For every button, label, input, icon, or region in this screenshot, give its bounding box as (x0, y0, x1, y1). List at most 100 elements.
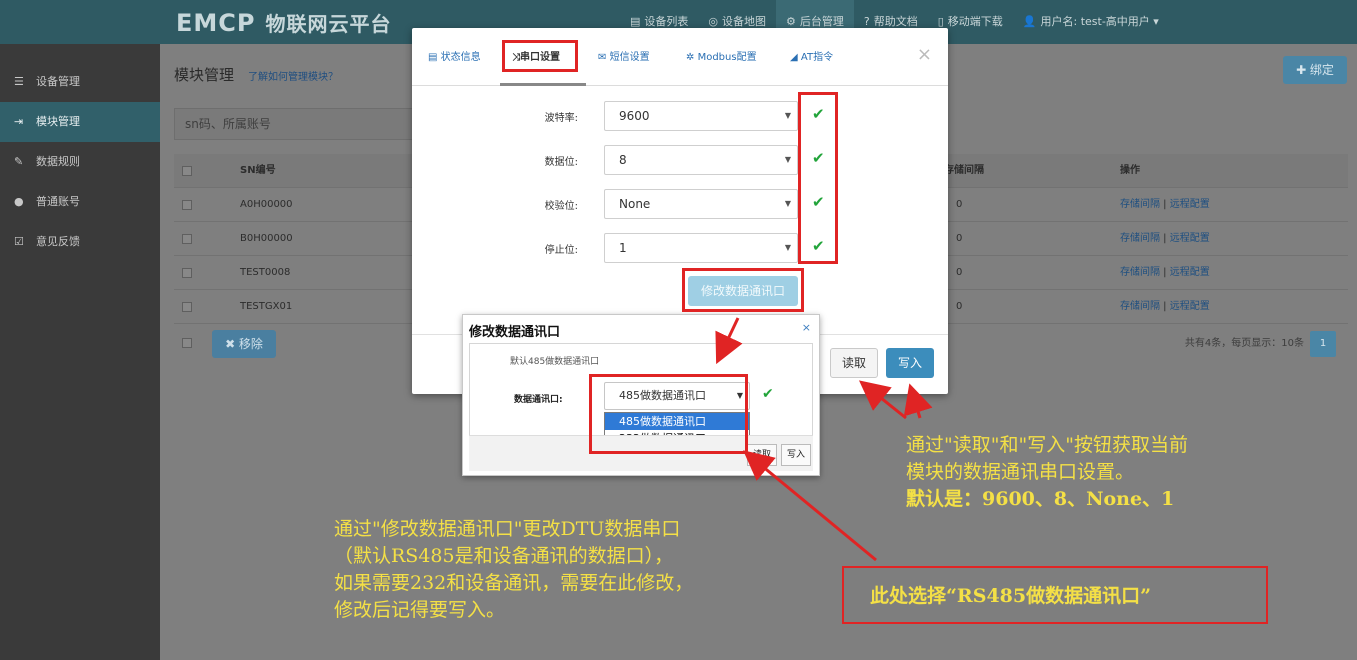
cell-interval: 0 (956, 199, 963, 210)
caret-down-icon: ▼ (784, 111, 791, 120)
sidebar-item-modules[interactable]: ⇥ 模块管理 (0, 102, 160, 142)
parity-label: 校验位: (544, 201, 578, 212)
cell-sn: A0H00000 (240, 199, 293, 210)
tab-label: Modbus配置 (697, 52, 757, 63)
select-value: 8 (619, 153, 627, 167)
pencil-icon: ✎ (14, 155, 24, 168)
caret-down-icon: ▼ (784, 199, 791, 208)
select-value: 1 (619, 241, 627, 255)
interval-link[interactable]: 存储间隔 (1120, 301, 1160, 312)
write-button[interactable]: 写入 (886, 348, 934, 378)
row-checkbox[interactable] (182, 200, 192, 210)
brand-name: 物联网云平台 (265, 12, 392, 36)
read-button[interactable]: 读取 (830, 348, 878, 378)
interval-link[interactable]: 存储间隔 (1120, 233, 1160, 244)
sidebar-item-feedback[interactable]: ☑ 意见反馈 (0, 222, 160, 262)
baud-rate-select[interactable]: 9600 ▼ (604, 101, 798, 131)
stop-bits-row: 停止位: 1 ▼ ✔ (412, 233, 948, 265)
annotation-line: 默认是：9600、8、None、1 (906, 488, 1175, 510)
tab-label: 短信设置 (609, 52, 650, 63)
dialog-read-button[interactable]: 读取 (747, 444, 777, 466)
footer-checkbox[interactable] (182, 338, 192, 348)
sidebar-item-devices[interactable]: ☰ 设备管理 (0, 62, 160, 102)
page-button[interactable]: 1 (1310, 331, 1336, 357)
active-tab-indicator (500, 83, 586, 86)
row-checkbox[interactable] (182, 302, 192, 312)
sidebar-item-label: 数据规则 (36, 155, 80, 168)
pagination: 共有4条，每页显示：10条 1 (1185, 330, 1336, 358)
select-all-checkbox[interactable] (182, 166, 192, 176)
remote-config-link[interactable]: 远程配置 (1170, 233, 1210, 244)
map-icon: ◎ (708, 15, 719, 28)
remote-config-link[interactable]: 远程配置 (1170, 267, 1210, 278)
interval-link[interactable]: 存储间隔 (1120, 267, 1160, 278)
stop-bits-select[interactable]: 1 ▼ (604, 233, 798, 263)
annotation-read-write: 通过"读取"和"写入"按钮获取当前 模块的数据通讯串口设置。 默认是：9600、… (906, 432, 1188, 513)
sidebar-item-rules[interactable]: ✎ 数据规则 (0, 142, 160, 182)
nav-label: 后台管理 (799, 15, 844, 28)
pager-summary: 共有4条，每页显示：10条 (1184, 338, 1304, 349)
parity-select[interactable]: None ▼ (604, 189, 798, 219)
cell-interval: 0 (956, 267, 963, 278)
cell-interval: 0 (956, 233, 963, 244)
select-value: None (619, 197, 651, 211)
sidebar-item-accounts[interactable]: ● 普通账号 (0, 182, 160, 222)
annotation-line: （默认RS485是和设备通讯的数据口）， (334, 545, 674, 567)
callout-box: 此处选择“RS485做数据通讯口” (842, 566, 1268, 624)
close-icon[interactable]: × (802, 321, 811, 334)
edit-icon: ☑ (14, 235, 24, 248)
brand-logo[interactable]: EMCP 物联网云平台 (176, 8, 391, 37)
annotation-line: 修改后记得要写入。 (334, 599, 506, 621)
remote-config-link[interactable]: 远程配置 (1170, 301, 1210, 312)
nav-label: 帮助文档 (873, 15, 918, 28)
gear-icon: ⚙ (786, 15, 796, 28)
data-bits-select[interactable]: 8 ▼ (604, 145, 798, 175)
close-icon[interactable]: × (917, 44, 932, 65)
info-icon: ▤ (428, 52, 438, 63)
baud-rate-row: 波特率: 9600 ▼ ✔ (412, 101, 948, 133)
login-icon: ⇥ (14, 115, 24, 128)
dialog-write-button[interactable]: 写入 (781, 444, 811, 466)
annotation-line: 模块的数据通讯串口设置。 (906, 461, 1135, 483)
bind-button[interactable]: ✚ 绑定 (1283, 56, 1347, 84)
tab-modbus[interactable]: ✲ Modbus配置 (686, 48, 757, 63)
cell-interval: 0 (956, 301, 963, 312)
help-link[interactable]: 了解如何管理模块？ (248, 68, 338, 83)
nav-user-menu[interactable]: 👤 用户名: test-高中用户 ▾ (1013, 0, 1169, 44)
caret-down-icon: ▼ (784, 155, 791, 164)
dialog-note: 默认485做数据通讯口 (510, 357, 600, 367)
help-icon: ? (863, 15, 870, 28)
cog-icon: ✲ (686, 52, 695, 63)
port-label: 数据通讯口: (514, 395, 563, 405)
sidebar-item-label: 普通账号 (36, 195, 80, 208)
grid-list-icon: ☰ (14, 75, 24, 88)
mobile-icon: ▯ (937, 15, 944, 28)
row-checkbox[interactable] (182, 234, 192, 244)
stop-bits-label: 停止位: (544, 245, 578, 256)
annotation-line: 通过"读取"和"写入"按钮获取当前 (906, 434, 1188, 456)
check-icon: ✔ (762, 386, 774, 402)
brand-logo-text: EMCP (176, 9, 256, 37)
remote-config-link[interactable]: 远程配置 (1170, 199, 1210, 210)
row-checkbox[interactable] (182, 268, 192, 278)
dialog-title: 修改数据通讯口 (469, 325, 561, 340)
sidebar: ☰ 设备管理 ⇥ 模块管理 ✎ 数据规则 ● 普通账号 ☑ 意见反馈 (0, 44, 160, 660)
highlight-serial-tab (502, 40, 578, 72)
cell-sn: TEST0008 (240, 267, 291, 278)
tab-status[interactable]: ▤ 状态信息 (428, 48, 481, 63)
tab-label: 状态信息 (440, 52, 481, 63)
remove-button[interactable]: ✖ 移除 (212, 330, 276, 358)
baud-rate-label: 波特率: (544, 113, 578, 124)
data-bits-label: 数据位: (544, 157, 578, 168)
sidebar-item-label: 设备管理 (36, 75, 80, 88)
interval-link[interactable]: 存储间隔 (1120, 199, 1160, 210)
tab-at-command[interactable]: ◢ AT指令 (790, 48, 833, 63)
nav-label: 用户名: test-高中用户 ▾ (1040, 15, 1159, 28)
tab-sms[interactable]: ✉ 短信设置 (598, 48, 650, 63)
cell-sn: TESTGX01 (240, 301, 293, 312)
header-sn: SN编号 (240, 165, 276, 176)
nav-label: 移动端下载 (947, 15, 1003, 28)
user-icon: 👤 (1022, 15, 1037, 28)
search-input[interactable]: sn码、所属账号 (174, 108, 414, 140)
